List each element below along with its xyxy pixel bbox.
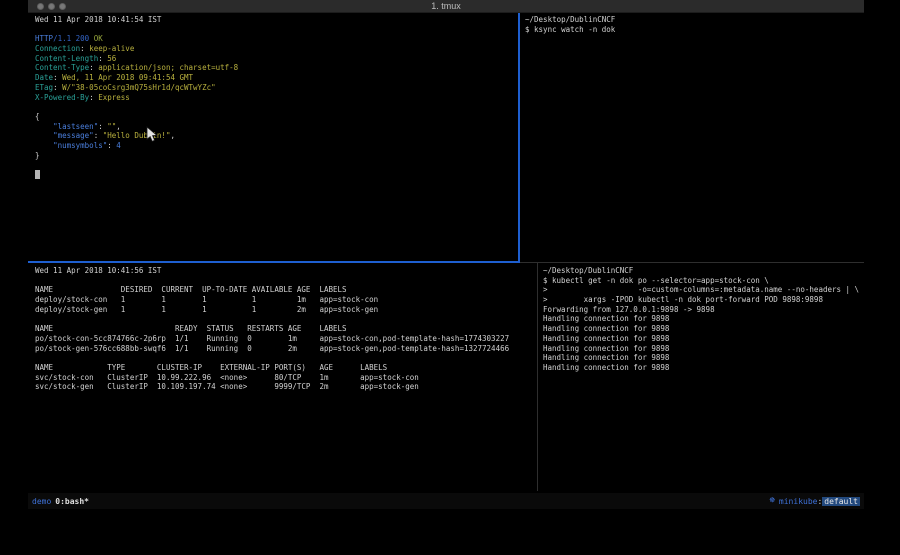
traffic-lights (37, 3, 66, 10)
session-name: demo (32, 497, 51, 506)
kube-namespace-badge: default (822, 497, 860, 506)
status-left: demo 0:bash* (32, 497, 89, 506)
pane-http-response[interactable]: Wed 11 Apr 2018 10:41:54 IST HTTP/1.1 20… (30, 15, 516, 260)
kube-context: minikube (779, 497, 818, 506)
pane-ksync-watch[interactable]: ~/Desktop/DublinCNCF$ ksync watch -n dok (522, 15, 862, 260)
active-window-label[interactable]: 0:bash* (55, 497, 89, 506)
window-title: 1. tmux (28, 0, 864, 13)
tmux-status-bar: demo 0:bash* ☸ minikube : default (28, 493, 864, 509)
window-titlebar[interactable]: 1. tmux (28, 0, 864, 13)
minimize-button[interactable] (48, 3, 55, 10)
mouse-cursor (146, 126, 158, 144)
terminal-window: 1. tmux Wed 11 Apr 2018 10:41:54 IST HTT… (28, 0, 864, 510)
pane-kubectl-get[interactable]: Wed 11 Apr 2018 10:41:56 IST NAME DESIRE… (30, 266, 535, 490)
pane-border-vertical-bottom (537, 263, 538, 491)
pane-border-vertical-top (518, 13, 520, 263)
pane-border-horizontal-active (28, 261, 518, 263)
kube-context-group: minikube : default (779, 497, 860, 506)
kubernetes-icon: ☸ (770, 496, 775, 506)
pane-border-horizontal-inactive (520, 262, 864, 263)
pane-port-forward[interactable]: ~/Desktop/DublinCNCF$ kubectl get -n dok… (540, 266, 862, 490)
desktop: 1. tmux Wed 11 Apr 2018 10:41:54 IST HTT… (0, 0, 900, 555)
close-button[interactable] (37, 3, 44, 10)
zoom-button[interactable] (59, 3, 66, 10)
status-right: ☸ minikube : default (770, 496, 861, 506)
